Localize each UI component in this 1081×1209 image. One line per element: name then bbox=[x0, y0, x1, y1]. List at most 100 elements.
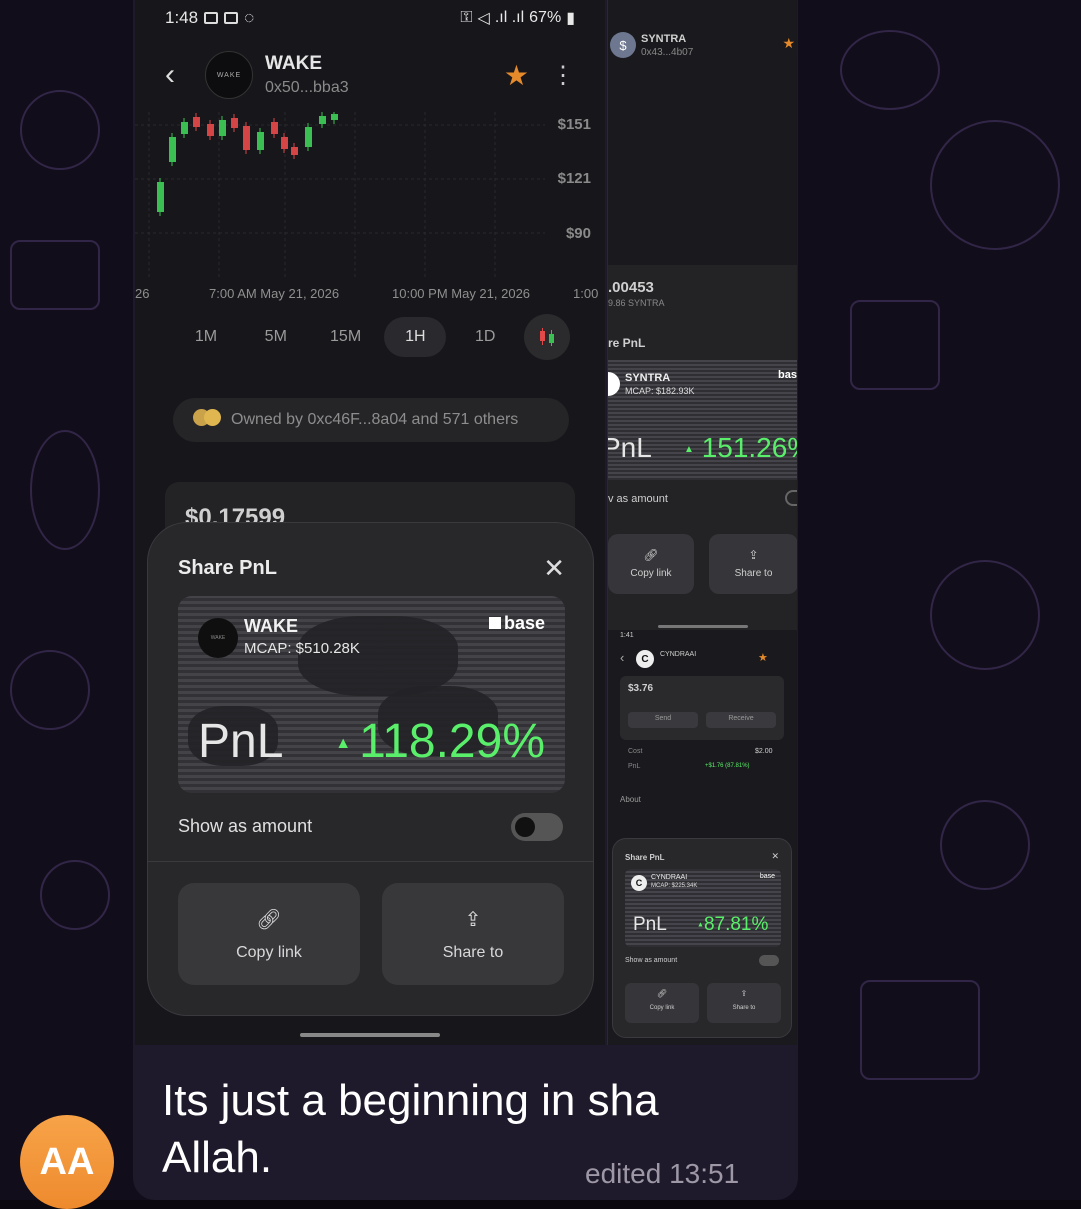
mini-chain: base bbox=[759, 873, 775, 880]
holders-text: Owned by 0xc46F...8a04 and 571 others bbox=[231, 411, 519, 428]
card-token-avatar: WAKE bbox=[198, 618, 238, 658]
pnl-card: WAKE WAKE MCAP: $510.28K base PnL ▲ 118.2… bbox=[178, 596, 565, 793]
candle-body bbox=[207, 124, 214, 136]
back-arrow-icon[interactable]: ‹ bbox=[165, 58, 205, 92]
show-as-amount-toggle[interactable] bbox=[511, 813, 563, 841]
mini-card-mcap: MCAP: $225.34K bbox=[651, 883, 698, 889]
doodle-decoration bbox=[940, 800, 1030, 890]
sender-avatar[interactable]: AA bbox=[20, 1115, 114, 1209]
syntra-copy-link-button[interactable]: 🔗︎ Copy link bbox=[608, 534, 694, 594]
close-icon[interactable]: ✕ bbox=[543, 553, 565, 584]
cyndraai-name: CYNDRAAI bbox=[660, 651, 697, 658]
candle-body bbox=[243, 126, 250, 150]
time-axis-label: 26 bbox=[135, 286, 150, 301]
candle-body bbox=[305, 127, 312, 147]
receive-button[interactable]: Receive bbox=[706, 712, 776, 728]
candle-body bbox=[319, 116, 326, 124]
card-ticker: WAKE bbox=[244, 616, 298, 636]
app-icon bbox=[224, 12, 239, 24]
doodle-decoration bbox=[20, 90, 100, 170]
key-icon: ⚿ bbox=[460, 9, 473, 26]
syntra-chain: bas bbox=[778, 369, 797, 381]
mini-pnl-percentage: ▲87.81% bbox=[697, 914, 769, 935]
timeframe-15m[interactable]: 15M bbox=[315, 317, 377, 357]
candle-body bbox=[291, 147, 298, 155]
mini-copy-label: Copy link bbox=[649, 1005, 675, 1011]
cost-label: Cost bbox=[628, 748, 643, 755]
mini-toggle[interactable] bbox=[759, 955, 779, 966]
time-axis-label: 1:00 bbox=[573, 286, 599, 301]
pnl-percentage: ▲ 118.29% bbox=[335, 715, 545, 768]
edited-timestamp: edited 13:51 bbox=[585, 1158, 740, 1189]
mini-card-ticker: CYNDRAAI bbox=[651, 874, 688, 881]
syntra-share-to-button[interactable]: ⇪ Share to bbox=[709, 534, 797, 594]
cyndraai-avatar: C bbox=[636, 650, 654, 668]
timeframe-1h[interactable]: 1H bbox=[384, 317, 447, 357]
syntra-copy-label: Copy link bbox=[630, 568, 672, 579]
candlestick-toggle-icon[interactable] bbox=[523, 314, 570, 360]
candle-body bbox=[271, 122, 278, 134]
syntra-sheet-title: re PnL bbox=[608, 336, 646, 350]
gallery-icon bbox=[204, 12, 219, 24]
timeframe-5m[interactable]: 5M bbox=[245, 317, 307, 357]
candle-body bbox=[193, 117, 200, 127]
doodle-decoration bbox=[10, 650, 90, 730]
favorite-star-icon[interactable]: ★ bbox=[782, 35, 795, 52]
show-as-amount-label: Show as amount bbox=[178, 816, 313, 836]
time-axis-label: 7:00 AM May 21, 2026 bbox=[209, 286, 340, 301]
card-mcap: MCAP: $510.28K bbox=[244, 640, 360, 657]
send-button[interactable]: Send bbox=[628, 712, 698, 728]
doodle-decoration bbox=[850, 300, 940, 390]
cyndraai-price: $3.76 bbox=[628, 683, 654, 694]
syntra-pnl-label: PnL bbox=[608, 432, 652, 463]
divider bbox=[148, 861, 593, 862]
battery-icon: ▮ bbox=[566, 10, 575, 27]
favorite-star-icon[interactable]: ★ bbox=[758, 651, 768, 664]
home-indicator bbox=[658, 625, 748, 628]
syntra-holdings: 9.86 SYNTRA bbox=[608, 298, 665, 308]
syntra-card-ticker: SYNTRA bbox=[625, 372, 671, 384]
pnl-row-label: PnL bbox=[628, 763, 641, 770]
cyndraai-screenshot[interactable]: 1:41 ‹ C CYNDRAAI ★ $3.76 Send Receive C… bbox=[607, 630, 797, 1045]
cost-value: $2.00 bbox=[755, 748, 773, 755]
syntra-screenshot[interactable]: $ SYNTRA 0x43...4b07 ★ .00453 9.86 SYNTR… bbox=[607, 0, 797, 630]
holders-pill[interactable]: Owned by 0xc46F...8a04 and 571 others bbox=[173, 398, 569, 442]
timeframe-1d[interactable]: 1D bbox=[454, 317, 516, 357]
status-time: 1:48 bbox=[165, 8, 199, 27]
doodle-decoration bbox=[10, 240, 100, 310]
syntra-toggle[interactable] bbox=[785, 490, 797, 506]
main-screenshot[interactable]: 1:48 ◌ ⚿ ◁ .ıl .ıl 67% ▮ ‹ WAKE WAKE 0x5… bbox=[135, 0, 605, 1045]
syntra-name: SYNTRA bbox=[641, 33, 687, 45]
link-icon: 🔗︎ bbox=[256, 908, 282, 931]
link-icon: 🔗︎ bbox=[643, 548, 659, 562]
token-name: WAKE bbox=[265, 53, 322, 74]
mini-show-amount: Show as amount bbox=[625, 957, 678, 964]
candle-body bbox=[281, 137, 288, 149]
pnl-row-value: +$1.76 (87.81%) bbox=[705, 763, 750, 769]
price-axis-label: $121 bbox=[557, 170, 591, 187]
mini-share-to-button[interactable]: ⇪ Share to bbox=[707, 983, 781, 1023]
syntra-pnl-percentage: ▲ 151.26% bbox=[684, 432, 797, 463]
candle-body bbox=[231, 118, 238, 128]
price-axis-label: $90 bbox=[565, 225, 591, 242]
syntra-avatar: $ bbox=[610, 32, 636, 58]
more-options-icon[interactable]: ⋮ bbox=[551, 61, 575, 90]
candle-body bbox=[257, 132, 264, 150]
token-address[interactable]: 0x50...bba3 bbox=[265, 79, 349, 97]
holder-avatars-icon bbox=[193, 409, 221, 431]
doodle-decoration bbox=[930, 120, 1060, 250]
share-to-button[interactable]: ⇪ Share to bbox=[382, 883, 564, 985]
mini-copy-link-button[interactable]: 🔗︎ Copy link bbox=[625, 983, 699, 1023]
sheet-title: Share PnL bbox=[178, 557, 277, 579]
price-chart[interactable] bbox=[135, 112, 605, 282]
mini-pnl-label: PnL bbox=[633, 914, 667, 935]
price-axis-label: $151 bbox=[557, 116, 591, 133]
close-icon[interactable]: ✕ bbox=[771, 851, 779, 862]
syntra-show-amount: v as amount bbox=[608, 493, 668, 505]
candle-body bbox=[169, 137, 176, 162]
back-arrow-icon[interactable]: ‹ bbox=[620, 650, 624, 665]
timeframe-1m[interactable]: 1M bbox=[175, 317, 237, 357]
favorite-star-icon[interactable]: ★ bbox=[504, 59, 529, 92]
share-to-label: Share to bbox=[442, 943, 504, 961]
copy-link-button[interactable]: 🔗︎ Copy link bbox=[178, 883, 360, 985]
